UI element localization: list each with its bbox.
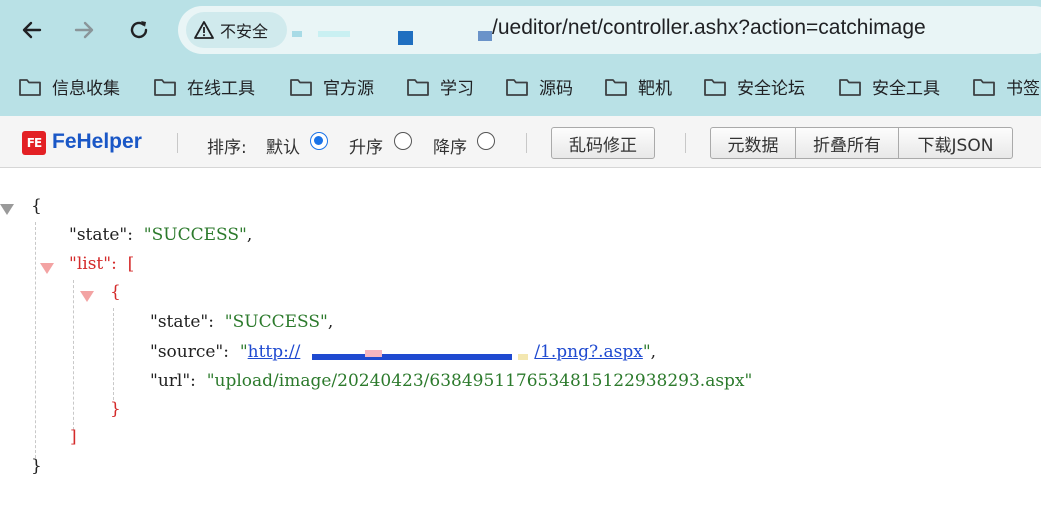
folder-icon [839, 78, 861, 96]
json-value-state: "SUCCESS" [224, 312, 328, 332]
json-key-state: "state" [69, 225, 128, 245]
toolbar-divider [685, 133, 686, 153]
fehelper-title: FeHelper [52, 130, 142, 153]
bookmark-label: 信息收集 [52, 79, 120, 99]
json-object-close: } [110, 399, 121, 419]
indent-guide [113, 308, 114, 400]
toolbar-divider [526, 133, 527, 153]
collapse-list-icon[interactable] [40, 263, 54, 274]
redacted-host [398, 31, 413, 45]
folder-icon [290, 78, 312, 96]
bookmark-label: 在线工具 [187, 79, 255, 99]
indent-guide [35, 222, 36, 458]
security-indicator[interactable]: 不安全 [186, 12, 287, 48]
source-link-text: http:// [247, 342, 301, 362]
folder-icon [154, 78, 176, 96]
warning-icon [194, 21, 214, 39]
download-json-button[interactable]: 下载JSON [898, 127, 1013, 159]
bookmark-label: 靶机 [638, 79, 672, 99]
json-line-state: "state": "SUCCESS", [69, 225, 253, 245]
source-link-tail: /1.png?.aspx [534, 342, 643, 362]
bookmark-folder[interactable]: 信息收集 [18, 74, 120, 99]
json-open-bracket: [ [127, 254, 135, 274]
json-close-bracket: ] [70, 427, 77, 447]
bookmark-label: 安全工具 [872, 79, 940, 99]
collapse-object-icon[interactable] [80, 291, 94, 302]
redacted-host [292, 31, 302, 37]
collapse-root-icon[interactable] [0, 204, 14, 215]
sort-default-label: 默认 [266, 138, 300, 158]
json-line-item-state: "state": "SUCCESS", [150, 312, 334, 332]
json-key-state: "state" [150, 312, 209, 332]
url-text: /ueditor/net/controller.ashx?action=catc… [492, 16, 926, 39]
json-viewer: { "state": "SUCCESS", "list": [ { "state… [0, 168, 1041, 523]
browser-chrome: 不安全 /ueditor/net/controller.ashx?action=… [0, 0, 1041, 116]
bookmark-label: 学习 [440, 79, 474, 99]
bookmark-folder[interactable]: 学习 [406, 74, 474, 99]
bookmark-folder[interactable]: 安全论坛 [703, 74, 805, 99]
redacted-host [318, 31, 350, 37]
json-close-brace: } [31, 456, 42, 476]
bookmark-folder[interactable]: 在线工具 [153, 74, 255, 99]
sort-asc-label: 升序 [349, 138, 383, 158]
json-key-list: "list" [69, 254, 112, 274]
bookmark-folder[interactable]: 书签 [972, 74, 1040, 99]
bookmark-label: 书签 [1006, 79, 1040, 99]
redacted-source [518, 354, 528, 360]
fehelper-toolbar: FE FeHelper 排序: 默认 升序 降序 乱码修正 元数据 折叠所有 下… [0, 116, 1041, 168]
folder-icon [973, 78, 995, 96]
back-arrow-icon [22, 21, 42, 39]
folder-icon [506, 78, 528, 96]
json-key-url: "url" [150, 371, 191, 391]
sort-desc-label: 降序 [433, 138, 467, 158]
bookmark-label: 源码 [539, 79, 573, 99]
forward-arrow-icon [74, 21, 94, 39]
folder-icon [19, 78, 41, 96]
json-key-source: "source" [150, 342, 224, 362]
json-line-url: "url": "upload/image/20240423/6384951176… [150, 371, 753, 391]
security-label: 不安全 [220, 22, 269, 41]
redacted-host [478, 31, 492, 41]
redacted-source [365, 350, 382, 357]
json-object-open: { [110, 282, 121, 302]
sort-desc-radio[interactable] [477, 132, 495, 150]
metadata-button[interactable]: 元数据 [710, 127, 796, 159]
forward-button[interactable] [67, 13, 101, 47]
back-button[interactable] [15, 13, 49, 47]
reload-button[interactable] [122, 13, 156, 47]
bookmark-label: 安全论坛 [737, 79, 805, 99]
reload-icon [130, 21, 148, 39]
json-value-url: "upload/image/20240423/63849511765348151… [206, 371, 753, 391]
indent-guide [73, 280, 74, 430]
fix-encoding-button[interactable]: 乱码修正 [551, 127, 655, 159]
bookmark-label: 官方源 [323, 79, 374, 99]
toolbar-divider [177, 133, 178, 153]
folder-icon [605, 78, 627, 96]
redacted-source [312, 354, 512, 360]
folder-icon [407, 78, 429, 96]
folder-icon [704, 78, 726, 96]
bookmark-folder[interactable]: 官方源 [289, 74, 374, 99]
fehelper-logo: FE [22, 131, 46, 155]
bookmarks-bar: 信息收集 在线工具 官方源 学习 源码 靶机 安全论坛 安全工具 书签 [0, 64, 1041, 108]
bookmark-folder[interactable]: 源码 [505, 74, 573, 99]
sort-asc-radio[interactable] [394, 132, 412, 150]
sort-default-radio[interactable] [310, 132, 328, 150]
json-value-state: "SUCCESS" [143, 225, 247, 245]
fold-all-button[interactable]: 折叠所有 [795, 127, 899, 159]
sort-label: 排序: [207, 138, 247, 158]
json-open-brace: { [31, 196, 42, 216]
bookmark-folder[interactable]: 安全工具 [838, 74, 940, 99]
bookmark-folder[interactable]: 靶机 [604, 74, 672, 99]
json-line-list: "list": [ [69, 254, 135, 274]
